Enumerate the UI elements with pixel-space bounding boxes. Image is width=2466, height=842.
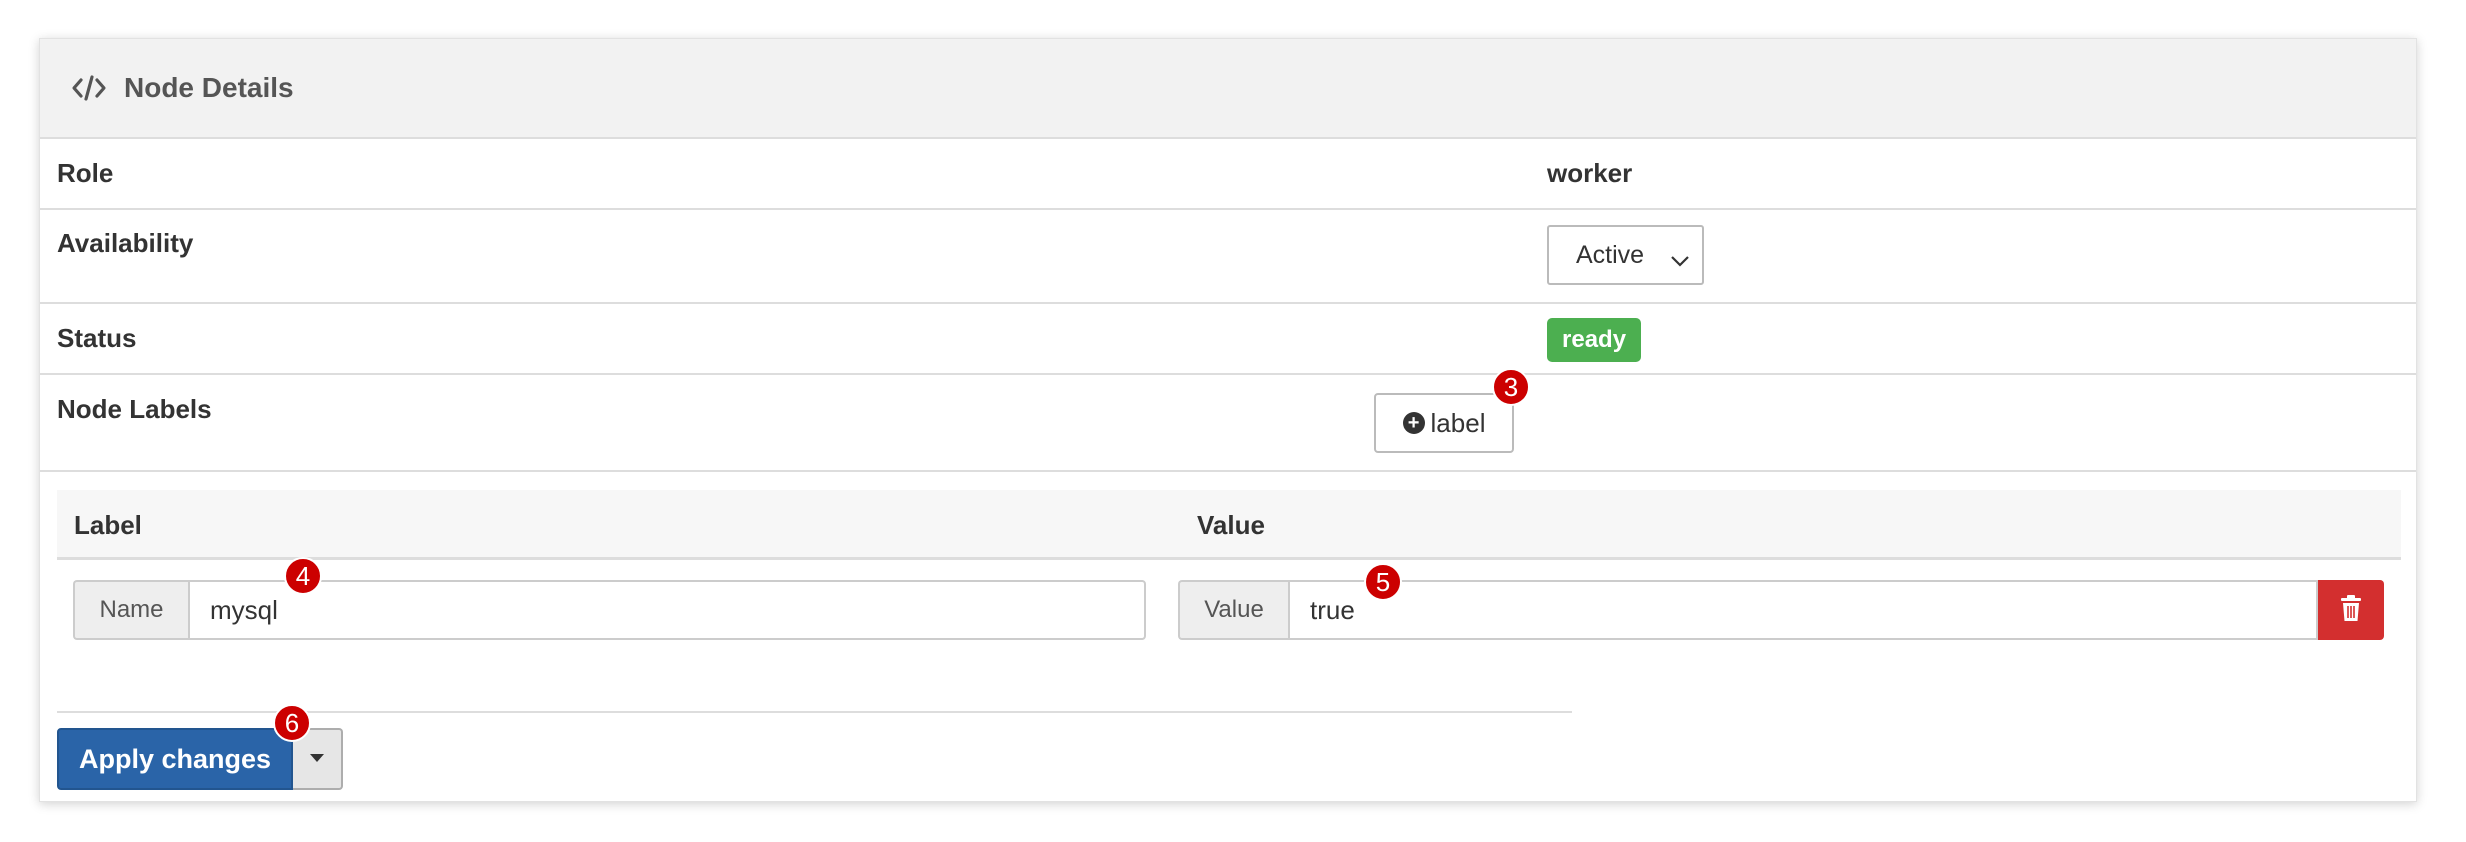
add-label-button-text: label [1430,407,1486,438]
step-marker-4: 4 [284,557,322,595]
step-marker-3: 3 [1492,368,1530,406]
add-label-button[interactable]: + label [1374,393,1514,453]
panel-title: Node Details [124,72,294,103]
labels-table-header: Label Value [57,490,2401,560]
status-row: Status ready [40,304,2416,375]
label-name-input[interactable]: mysql [188,580,1146,640]
column-header-label: Label [74,510,142,540]
chevron-down-icon [1670,246,1690,275]
step-marker-5: 5 [1364,563,1402,601]
availability-row: Availability Active [40,210,2416,304]
label-value-group: Value true [1178,580,2318,640]
node-details-panel: Node Details Role worker Availability Ac… [39,38,2417,802]
availability-label: Availability [57,228,194,258]
role-label: Role [57,158,114,188]
role-row: Role worker [40,139,2416,210]
status-badge: ready [1547,318,1642,362]
value-addon: Value [1178,580,1288,640]
label-value-input[interactable]: true [1288,580,2318,640]
column-header-value: Value [1197,510,1265,540]
panel-header: Node Details [40,39,2416,139]
role-value: worker [1547,158,1633,188]
node-labels-label: Node Labels [57,394,212,424]
plus-circle-icon: + [1402,412,1425,434]
caret-down-icon [309,750,325,768]
name-addon: Name [73,580,188,640]
availability-selected-value: Active [1576,240,1645,269]
step-marker-6: 6 [273,704,311,742]
status-label: Status [57,323,137,353]
node-labels-row: Node Labels + label [40,375,2416,472]
remove-label-button[interactable] [2318,580,2384,640]
code-icon [70,73,108,103]
label-name-group: Name mysql [73,580,1146,640]
availability-select[interactable]: Active [1547,225,1704,285]
trash-icon [2340,594,2362,627]
apply-changes-button[interactable]: Apply changes [57,728,293,790]
